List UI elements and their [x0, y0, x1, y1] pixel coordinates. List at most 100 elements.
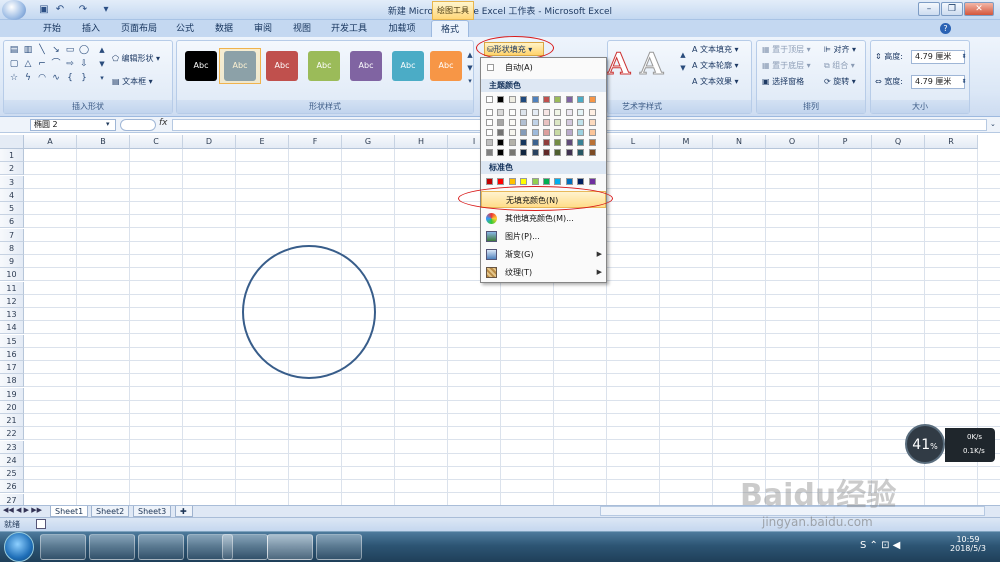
column-header[interactable]: H [395, 135, 448, 149]
theme-color-swatch[interactable] [508, 96, 516, 103]
row-header[interactable]: 24 [0, 453, 24, 467]
theme-shade-swatch[interactable] [497, 129, 505, 136]
sheet-nav-icons[interactable]: ◀◀ ◀ ▶ ▶▶ [3, 506, 42, 514]
theme-shade-swatch[interactable] [508, 149, 516, 156]
macro-record-icon[interactable] [36, 519, 46, 529]
theme-shade-swatch[interactable] [577, 119, 585, 126]
theme-shade-swatch[interactable] [565, 119, 573, 126]
theme-shade-swatch[interactable] [543, 139, 550, 146]
standard-color-swatch[interactable] [520, 178, 528, 185]
standard-color-swatch[interactable] [577, 178, 585, 185]
column-header[interactable]: P [819, 135, 872, 149]
width-spinner-icon[interactable]: ⬍ [958, 76, 970, 87]
minimize-button[interactable]: – [918, 2, 940, 16]
row-header[interactable]: 2 [0, 162, 24, 176]
theme-shade-swatch[interactable] [588, 109, 596, 116]
column-header[interactable]: A [24, 135, 77, 149]
triangle-shape-icon[interactable]: △ [22, 59, 34, 70]
menu-item-picture[interactable]: 图片(P)... [481, 228, 606, 245]
row-header[interactable]: 8 [0, 241, 24, 255]
row-header[interactable]: 23 [0, 440, 24, 454]
right-arrow-shape-icon[interactable]: ⇨ [64, 59, 76, 70]
row-header[interactable]: 20 [0, 400, 24, 414]
tab-page-layout[interactable]: 页面布局 [116, 20, 162, 38]
tab-review[interactable]: 审阅 [248, 20, 278, 38]
theme-shade-swatch[interactable] [543, 129, 550, 136]
formula-expand-icon[interactable] [120, 119, 156, 131]
shape-scroll-up-icon[interactable]: ▲ [96, 45, 108, 56]
theme-shade-swatch[interactable] [508, 109, 516, 116]
menu-item-more-colors[interactable]: 其他填充颜色(M)... [481, 210, 606, 227]
send-to-back-button[interactable]: ▦ 置于底层 ▾ [762, 59, 811, 72]
tab-home[interactable]: 开始 [36, 20, 68, 38]
brace-right-shape-icon[interactable]: } [78, 73, 90, 84]
row-header[interactable]: 10 [0, 268, 24, 282]
select-all-corner[interactable] [0, 135, 24, 149]
theme-shade-swatch[interactable] [543, 119, 550, 126]
tab-data[interactable]: 数据 [209, 20, 239, 38]
rounded-rect-shape-icon[interactable]: ▢ [8, 59, 20, 70]
column-header[interactable]: G [342, 135, 395, 149]
theme-shade-swatch[interactable] [497, 119, 505, 126]
row-header[interactable]: 7 [0, 228, 24, 242]
theme-color-swatch[interactable] [565, 96, 573, 103]
theme-color-swatch[interactable] [588, 96, 596, 103]
edit-shape-button[interactable]: ⬠ 编辑形状 ▾ [112, 52, 160, 65]
shape-more-icon[interactable]: ▾ [96, 73, 108, 84]
standard-color-swatch[interactable] [565, 178, 573, 185]
column-header[interactable]: R [925, 135, 978, 149]
theme-shade-swatch[interactable] [508, 119, 516, 126]
theme-shade-swatch[interactable] [588, 149, 596, 156]
theme-shade-swatch[interactable] [486, 149, 493, 156]
theme-shade-swatch[interactable] [543, 109, 550, 116]
wordart-white-preview[interactable]: A [639, 47, 663, 83]
shape-style-swatch[interactable]: Abc [430, 51, 462, 81]
line-shape-icon[interactable]: ╲ [36, 45, 48, 56]
theme-shade-swatch[interactable] [497, 139, 505, 146]
standard-color-swatch[interactable] [554, 178, 562, 185]
column-header[interactable]: L [607, 135, 660, 149]
row-header[interactable]: 9 [0, 255, 24, 268]
taskbar-excel-icon[interactable] [267, 534, 313, 560]
shape-scroll-down-icon[interactable]: ▼ [96, 59, 108, 70]
column-header[interactable]: D [183, 135, 236, 149]
bring-to-front-button[interactable]: ▦ 置于顶层 ▾ [762, 43, 811, 56]
textbox-vertical-shape-icon[interactable]: ▥ [22, 45, 34, 56]
theme-shade-swatch[interactable] [554, 119, 562, 126]
row-header[interactable]: 6 [0, 215, 24, 229]
column-header[interactable]: B [77, 135, 130, 149]
name-box[interactable]: 椭圆 2 [30, 119, 116, 131]
brace-shape-icon[interactable]: { [64, 73, 76, 84]
tray-icons[interactable]: S ⌃ ⊡ ◀ [860, 540, 900, 551]
theme-color-swatch[interactable] [531, 96, 539, 103]
style-scroll-up-icon[interactable]: ▲ [464, 50, 476, 61]
text-box-button[interactable]: ▤ 文本框 ▾ [112, 75, 153, 88]
column-header[interactable]: Q [872, 135, 925, 149]
row-header[interactable]: 11 [0, 281, 24, 295]
down-arrow-shape-icon[interactable]: ⇩ [78, 59, 90, 70]
theme-shade-swatch[interactable] [554, 129, 562, 136]
theme-color-swatch[interactable] [520, 96, 528, 103]
theme-shade-swatch[interactable] [520, 149, 528, 156]
menu-item-auto[interactable]: 自动(A) [481, 59, 606, 76]
theme-shade-swatch[interactable] [554, 109, 562, 116]
theme-color-swatch[interactable] [486, 96, 493, 103]
name-box-dropdown-icon[interactable]: ▾ [106, 120, 110, 128]
theme-shade-swatch[interactable] [508, 139, 516, 146]
help-icon[interactable]: ? [940, 23, 951, 34]
theme-shade-swatch[interactable] [531, 149, 539, 156]
insert-sheet-icon[interactable]: ✚ [175, 506, 193, 517]
theme-color-swatch[interactable] [543, 96, 550, 103]
freeform-shape-icon[interactable]: ∿ [50, 73, 62, 84]
theme-shade-swatch[interactable] [520, 139, 528, 146]
theme-shade-swatch[interactable] [565, 129, 573, 136]
theme-shade-swatch[interactable] [565, 109, 573, 116]
theme-shade-swatch[interactable] [497, 109, 505, 116]
tab-insert[interactable]: 插入 [76, 20, 106, 38]
taskbar-explorer-icon[interactable] [89, 534, 135, 560]
theme-shade-swatch[interactable] [577, 109, 585, 116]
height-spinner-icon[interactable]: ⬍ [958, 51, 970, 62]
wordart-scroll-down-icon[interactable]: ▼ [677, 63, 689, 74]
elbow-connector-icon[interactable]: ⌐ [36, 59, 48, 70]
clock[interactable]: 10:59 2018/5/3 [945, 535, 991, 553]
